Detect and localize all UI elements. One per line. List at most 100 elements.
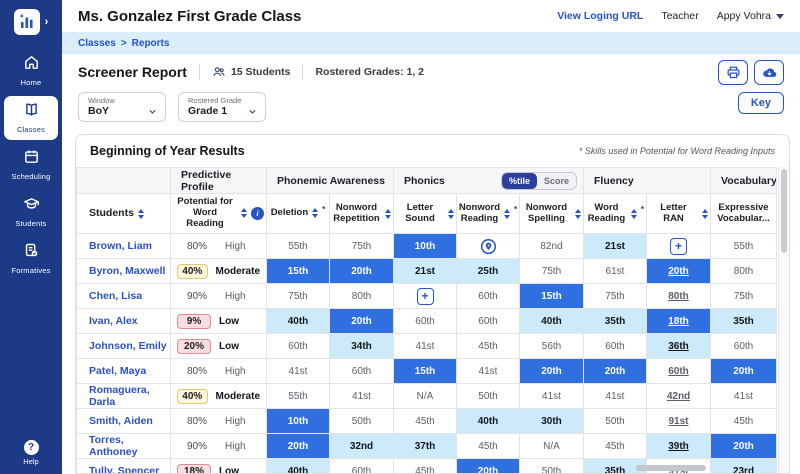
potential-inner: 80%High — [177, 416, 260, 427]
score-cell — [394, 284, 457, 309]
user-menu[interactable]: Appy Vohra — [717, 10, 784, 22]
sort-icon[interactable] — [312, 208, 318, 218]
score-cell: 23rd — [711, 459, 777, 474]
score-value: 60th — [415, 316, 434, 327]
column-header-label: Nonword Spelling — [522, 203, 571, 225]
score-link[interactable]: 20th — [668, 266, 689, 277]
score-value: 40th — [288, 466, 309, 474]
student-name-link[interactable]: Smith, Aiden — [89, 415, 153, 427]
sidebar-item-classes[interactable]: Classes — [4, 96, 58, 140]
risk-level-label: High — [225, 291, 246, 302]
student-name-link[interactable]: Patel, Maya — [89, 365, 146, 377]
horizontal-scrollbar-thumb[interactable] — [636, 465, 706, 471]
column-header-letter-ran: Letter RAN — [647, 194, 711, 234]
column-header-label: Potential for Word Reading — [173, 197, 237, 230]
score-link[interactable]: 80th — [668, 291, 689, 302]
sidebar-item-students[interactable]: Students — [4, 190, 58, 234]
score-value: 34th — [351, 341, 372, 352]
column-header-inner: Deletion* — [269, 208, 327, 219]
sort-icon[interactable] — [138, 209, 144, 219]
sort-icon[interactable] — [575, 209, 581, 219]
group-header-inner: Fluency — [594, 175, 710, 187]
breadcrumb-reports[interactable]: Reports — [132, 38, 170, 49]
score-cell: 75th — [584, 284, 647, 309]
print-button[interactable] — [718, 60, 748, 85]
target-icon[interactable] — [479, 241, 498, 252]
sidebar-item-help[interactable]: Help — [0, 440, 62, 466]
score-cell: 75th — [330, 234, 394, 259]
score-link[interactable]: 39th — [668, 441, 689, 452]
plus-icon[interactable] — [670, 238, 687, 255]
vertical-scrollbar-thumb[interactable] — [781, 169, 787, 253]
student-name-cell: Chen, Lisa — [77, 284, 171, 309]
window-select[interactable]: Window BoY — [78, 92, 166, 122]
view-login-url-link[interactable]: View Loging URL — [557, 10, 643, 22]
report-title: Screener Report — [78, 64, 187, 80]
column-header-inner: Letter Sound — [396, 203, 454, 225]
sort-icon[interactable] — [504, 209, 510, 219]
score-cell: 41st — [711, 384, 777, 409]
student-name-link[interactable]: Brown, Liam — [89, 240, 152, 252]
score-value: 41st — [734, 391, 753, 402]
score-cell: N/A — [394, 384, 457, 409]
student-name-link[interactable]: Byron, Maxwell — [89, 265, 165, 277]
key-button[interactable]: Key — [738, 92, 784, 114]
column-header-inner: Expressive Vocabular... — [713, 203, 774, 225]
student-name-cell: Patel, Maya — [77, 359, 171, 384]
sidebar-expand-button[interactable]: › — [45, 16, 49, 28]
group-header-label: Phonics — [404, 175, 445, 187]
sort-icon[interactable] — [702, 209, 708, 219]
score-link[interactable]: 91st — [668, 416, 688, 427]
student-name-link[interactable]: Johnson, Emily — [89, 340, 167, 352]
sort-icon[interactable] — [448, 209, 454, 219]
screener-table: Predictive ProfilePhonemic AwarenessPhon… — [76, 167, 777, 474]
download-button[interactable] — [754, 60, 784, 85]
sort-icon[interactable] — [385, 209, 391, 219]
student-name-link[interactable]: Chen, Lisa — [89, 290, 142, 302]
score-cell: 45th — [584, 434, 647, 459]
plus-icon[interactable] — [417, 288, 434, 305]
table-row: Johnson, Emily20%Low60th34th41st45th56th… — [77, 334, 777, 359]
vertical-scrollbar[interactable] — [778, 167, 789, 474]
sort-icon[interactable] — [631, 209, 637, 219]
score-cell: 20th — [330, 309, 394, 334]
info-icon[interactable] — [251, 207, 264, 220]
score-link[interactable]: 42nd — [667, 391, 690, 402]
breadcrumb-classes[interactable]: Classes — [78, 38, 116, 49]
book-icon — [23, 101, 40, 123]
table-row: Smith, Aiden80%High10th50th45th40th30th5… — [77, 409, 777, 434]
role-label: Teacher — [661, 10, 698, 22]
table-row: Ivan, Alex9%Low40th20th60th60th40th35th1… — [77, 309, 777, 334]
score-value: 20th — [351, 316, 372, 327]
main-area: Ms. Gonzalez First Grade Class View Logi… — [62, 0, 800, 474]
student-name-link[interactable]: Torres, Anthoney — [89, 434, 137, 458]
score-link[interactable]: 60th — [668, 366, 689, 377]
group-header-inner: Phonemic Awareness — [277, 175, 393, 187]
risk-level-label: High — [225, 366, 246, 377]
sidebar-item-formatives[interactable]: Formatives — [4, 237, 58, 281]
percent-badge: 40% — [177, 389, 208, 404]
toggle-score[interactable]: Score — [537, 173, 576, 189]
sidebar-item-home[interactable]: Home — [4, 49, 58, 93]
score-value: 40th — [478, 416, 499, 427]
potential-cell: 80%High — [171, 234, 267, 259]
score-value: 15th — [541, 291, 562, 302]
score-value: 20th — [351, 266, 372, 277]
sidebar-item-scheduling[interactable]: Scheduling — [4, 143, 58, 187]
report-bar: Screener Report 15 Students Rostered Gra… — [62, 54, 800, 90]
score-value: 80th — [352, 291, 371, 302]
rostered-grade-select[interactable]: Rostered Grade Grade 1 — [178, 92, 266, 122]
toggle-percentile[interactable]: %tile — [502, 173, 537, 189]
score-cell: 39th — [647, 434, 711, 459]
score-link[interactable]: 36th — [668, 341, 689, 352]
student-name-link[interactable]: Tully, Spencer — [89, 465, 159, 474]
score-cell: 10th — [267, 409, 330, 434]
student-name-link[interactable]: Ivan, Alex — [89, 315, 138, 327]
student-name-link[interactable]: Romaguera, Darla — [89, 384, 150, 408]
score-cell: 41st — [330, 384, 394, 409]
score-value: 60th — [352, 366, 371, 377]
score-link[interactable]: 18th — [668, 316, 689, 327]
score-cell: 75th — [711, 284, 777, 309]
breadcrumb: Classes > Reports — [62, 32, 800, 54]
sort-icon[interactable] — [241, 208, 247, 218]
